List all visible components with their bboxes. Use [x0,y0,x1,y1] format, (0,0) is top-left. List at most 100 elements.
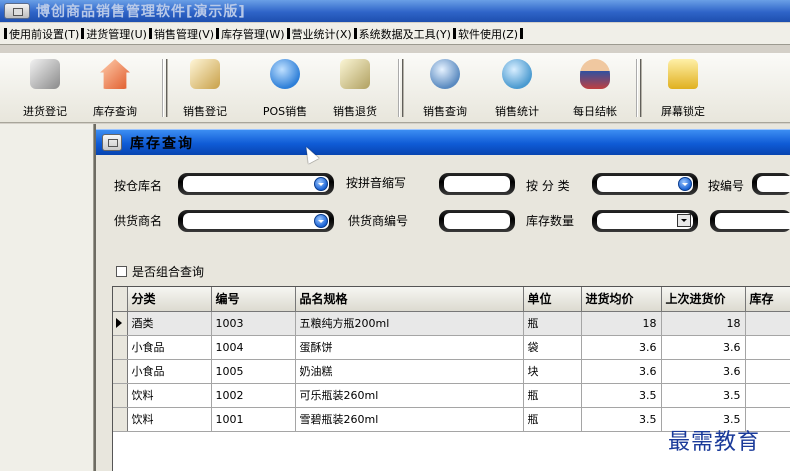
toolbar: 进货登记 库存查询 销售登记 POS销售 销售退货 销售查询 销售统计 每日结帐… [0,53,790,123]
table-cell[interactable]: 饮料 [127,383,212,408]
table-row[interactable]: 饮料 1002 可乐瓶装260ml 瓶 3.5 3.5 [113,383,790,408]
table-cell[interactable]: 瓶 [523,311,582,336]
sales-entry-button[interactable]: 销售登记 [172,55,238,121]
category-select[interactable] [592,173,698,195]
column-header[interactable]: 品名规格 [295,287,524,312]
table-cell[interactable]: 3.6 [581,335,662,360]
table-cell[interactable] [745,359,790,384]
warehouse-select[interactable] [178,173,334,195]
pos-sales-button[interactable]: POS销售 [252,55,318,121]
sales-return-button[interactable]: 销售退货 [322,55,388,121]
supplier-select[interactable] [178,210,334,232]
chevron-down-icon[interactable] [678,177,692,191]
checkbox-icon[interactable] [116,266,127,277]
checklist-icon [340,59,370,89]
code-label: 按编号 [708,179,745,193]
table-cell[interactable]: 3.6 [661,335,746,360]
stock-qty-input[interactable] [710,210,790,232]
code-input[interactable] [752,173,790,195]
table-cell[interactable]: 1001 [211,407,296,432]
menu-purchase[interactable]: 进货管理(U) [81,26,147,42]
table-row[interactable]: 小食品 1004 蛋酥饼 袋 3.6 3.6 [113,335,790,360]
table-cell[interactable]: 可乐瓶装260ml [295,383,524,408]
table-cell[interactable]: 3.6 [661,359,746,384]
sales-statistics-button[interactable]: 销售统计 [484,55,550,121]
table-cell[interactable]: 3.5 [661,383,746,408]
table-cell[interactable]: 1004 [211,335,296,360]
row-indicator [113,335,128,360]
menu-grip-icon [353,28,357,39]
table-cell[interactable]: 1003 [211,311,296,336]
table-cell[interactable]: 瓶 [523,407,582,432]
menu-setup[interactable]: 使用前设置(T) [4,26,79,42]
column-header[interactable]: 编号 [211,287,296,312]
chevron-down-icon[interactable] [314,177,328,191]
table-cell[interactable] [745,335,790,360]
code-field[interactable] [757,176,790,192]
toolbar-separator [162,59,168,117]
menu-grip-icon [286,28,290,39]
table-cell[interactable]: 奶油糕 [295,359,524,384]
column-header[interactable]: 进货均价 [581,287,662,312]
column-header[interactable]: 库存 [745,287,790,312]
supplier-code-input[interactable] [439,210,515,232]
table-row[interactable]: 小食品 1005 奶油糕 块 3.6 3.6 [113,359,790,384]
table-cell[interactable]: 五粮纯方瓶200ml [295,311,524,336]
menu-sales[interactable]: 销售管理(V) [148,26,214,42]
supplier-code-label: 供货商编号 [348,214,409,228]
supplier-label: 供货商名 [114,214,163,228]
pinyin-field[interactable] [444,176,510,192]
table-cell[interactable]: 3.5 [581,383,662,408]
window-title-bar: 库存查询 [96,129,790,155]
stock-qty-label: 库存数量 [526,214,575,228]
sales-query-button[interactable]: 销售查询 [412,55,478,121]
table-cell[interactable]: 1002 [211,383,296,408]
pinyin-input[interactable] [439,173,515,195]
menu-statistics[interactable]: 营业统计(X) [286,26,352,42]
inventory-query-button[interactable]: 库存查询 [82,55,148,121]
toolbar-separator [636,59,642,117]
table-cell[interactable]: 瓶 [523,383,582,408]
table-cell[interactable] [745,311,790,336]
supplier-code-field[interactable] [444,213,510,229]
table-cell[interactable]: 3.6 [581,359,662,384]
row-indicator [113,407,128,432]
table-cell[interactable]: 18 [581,311,662,336]
table-cell[interactable]: 雪碧瓶装260ml [295,407,524,432]
column-header[interactable]: 上次进货价 [661,287,746,312]
daily-closing-button[interactable]: 每日结帐 [562,55,628,121]
purchase-entry-button[interactable]: 进货登记 [12,55,78,121]
left-panel [0,124,94,471]
supplier-field[interactable] [183,213,329,229]
person-icon [580,59,610,89]
table-cell[interactable]: 小食品 [127,335,212,360]
app-title-bar: 博创商品销售管理软件[演示版] [0,0,790,22]
screen-lock-button[interactable]: 屏幕锁定 [650,55,716,121]
window-system-menu-button[interactable] [102,134,122,151]
menu-grip-icon [216,28,220,39]
table-cell[interactable] [745,383,790,408]
table-row[interactable]: 酒类 1003 五粮纯方瓶200ml 瓶 18 18 [113,311,790,336]
row-indicator [113,359,128,384]
menu-help[interactable]: 软件使用(Z) [452,26,518,42]
stock-qty-value-field[interactable] [715,213,790,229]
table-cell[interactable]: 饮料 [127,407,212,432]
table-cell[interactable]: 酒类 [127,311,212,336]
table-cell[interactable]: 块 [523,359,582,384]
app-system-menu-button[interactable] [4,3,30,19]
stock-qty-select[interactable] [592,210,698,232]
warehouse-field[interactable] [183,176,329,192]
table-cell[interactable]: 小食品 [127,359,212,384]
column-header[interactable]: 单位 [523,287,582,312]
menu-system-tools[interactable]: 系统数据及工具(Y) [353,26,451,42]
menu-inventory[interactable]: 库存管理(W) [216,26,285,42]
combo-query-checkbox[interactable]: 是否组合查询 [116,263,204,280]
chevron-down-icon[interactable] [677,214,691,227]
table-cell[interactable]: 1005 [211,359,296,384]
column-header[interactable]: 分类 [127,287,212,312]
chevron-down-icon[interactable] [314,214,328,228]
table-cell[interactable]: 袋 [523,335,582,360]
table-cell[interactable]: 3.5 [581,407,662,432]
table-cell[interactable]: 18 [661,311,746,336]
table-cell[interactable]: 蛋酥饼 [295,335,524,360]
